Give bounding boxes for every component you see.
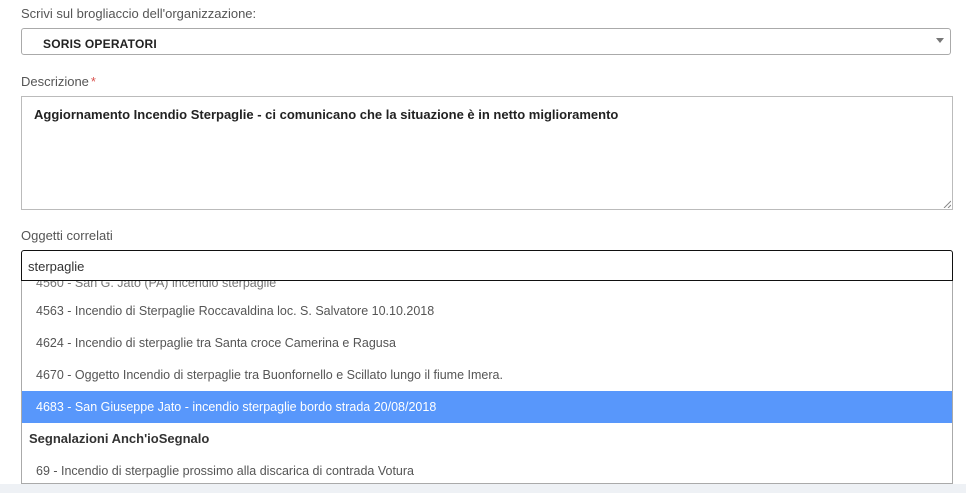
dropdown-option[interactable]: 69 - Incendio di sterpaglie prossimo all… [22,455,952,483]
description-textarea[interactable]: Aggiornamento Incendio Sterpaglie - ci c… [21,96,953,210]
dropdown-group-label: Segnalazioni Anch'ioSegnalo [29,431,210,446]
description-label: Descrizione * [21,74,96,89]
org-select-value: SORIS OPERATORI [43,37,157,51]
description-label-text: Descrizione [21,74,89,89]
resize-grip-icon[interactable] [943,200,951,208]
dropdown-option[interactable]: 4670 - Oggetto Incendio di sterpaglie tr… [22,359,952,391]
required-mark: * [90,74,96,89]
related-label: Oggetti correlati [21,228,113,243]
dropdown-option-highlighted[interactable]: 4683 - San Giuseppe Jato - incendio ster… [22,391,952,423]
org-select-label: Scrivi sul brogliaccio dell'organizzazio… [21,6,257,21]
dropdown-option[interactable]: 4624 - Incendio di sterpaglie tra Santa … [22,327,952,359]
page-footer-strip [0,484,966,493]
chevron-down-icon [936,38,944,43]
description-value: Aggiornamento Incendio Sterpaglie - ci c… [34,107,619,122]
org-select[interactable]: SORIS OPERATORI [21,28,951,55]
dropdown-option[interactable]: 4563 - Incendio di Sterpaglie Roccavaldi… [22,295,952,327]
related-search-input[interactable]: sterpaglie [21,250,953,281]
related-dropdown[interactable]: 4560 - San G. Jato (PA) incendio sterpag… [21,281,953,484]
related-search-value: sterpaglie [28,259,85,274]
